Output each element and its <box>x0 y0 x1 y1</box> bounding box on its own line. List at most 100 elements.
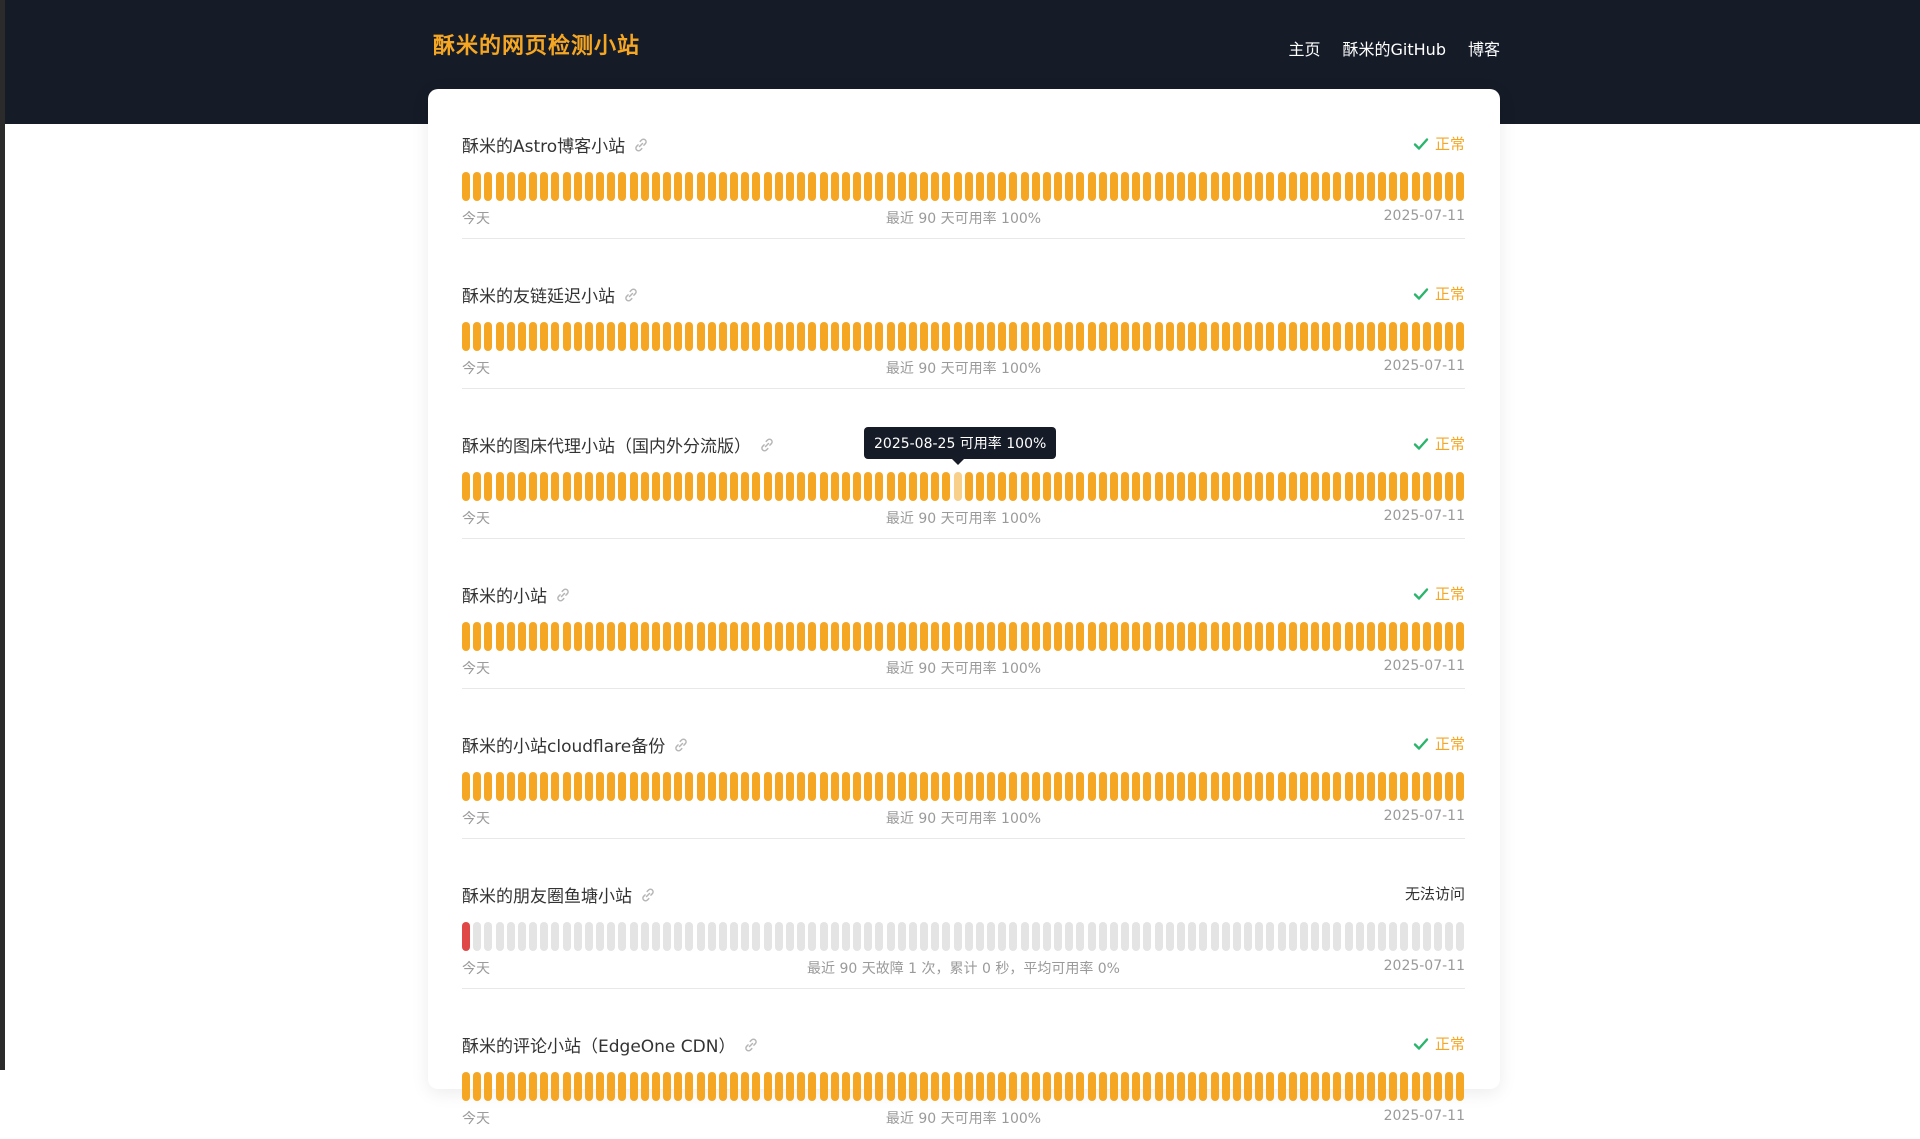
uptime-day-bar[interactable] <box>1311 922 1320 951</box>
site-brand[interactable]: 酥米的网页检测小站 <box>433 28 640 60</box>
uptime-day-bar[interactable] <box>1322 922 1331 951</box>
uptime-day-bar[interactable] <box>618 172 627 201</box>
uptime-day-bar[interactable] <box>1154 772 1163 801</box>
uptime-day-bar[interactable] <box>707 172 716 201</box>
uptime-day-bar[interactable] <box>953 622 962 651</box>
uptime-day-bar[interactable] <box>540 322 549 351</box>
uptime-day-bar[interactable] <box>1344 172 1353 201</box>
uptime-day-bar[interactable] <box>596 622 605 651</box>
uptime-day-bar[interactable] <box>908 772 917 801</box>
uptime-day-bar[interactable] <box>1322 772 1331 801</box>
uptime-day-bar[interactable] <box>1098 322 1107 351</box>
uptime-day-bar[interactable] <box>1009 172 1018 201</box>
uptime-day-bar[interactable] <box>975 772 984 801</box>
uptime-day-bar[interactable] <box>920 622 929 651</box>
uptime-day-bar[interactable] <box>1445 172 1454 201</box>
uptime-day-bar[interactable] <box>1311 472 1320 501</box>
uptime-day-bar[interactable] <box>953 322 962 351</box>
uptime-day-bar[interactable] <box>741 472 750 501</box>
uptime-day-bar[interactable] <box>1210 322 1219 351</box>
uptime-day-bar[interactable] <box>875 322 884 351</box>
uptime-day-bar[interactable] <box>1411 622 1420 651</box>
uptime-day-bar[interactable] <box>584 772 593 801</box>
uptime-day-bar[interactable] <box>1154 622 1163 651</box>
link-icon[interactable] <box>633 137 649 153</box>
uptime-day-bar[interactable] <box>685 172 694 201</box>
uptime-day-bar[interactable] <box>730 772 739 801</box>
uptime-day-bar[interactable] <box>819 472 828 501</box>
uptime-day-bar[interactable] <box>1366 922 1375 951</box>
uptime-day-bar[interactable] <box>473 772 482 801</box>
uptime-day-bar[interactable] <box>495 172 504 201</box>
uptime-day-bar[interactable] <box>1132 622 1141 651</box>
uptime-day-bar[interactable] <box>462 472 470 501</box>
uptime-day-bar[interactable] <box>1266 472 1275 501</box>
uptime-day-bar[interactable] <box>1322 322 1331 351</box>
uptime-day-bar[interactable] <box>1098 622 1107 651</box>
uptime-day-bar[interactable] <box>1109 472 1118 501</box>
uptime-day-bar[interactable] <box>841 172 850 201</box>
uptime-day-bar[interactable] <box>763 1072 772 1101</box>
uptime-day-bar[interactable] <box>540 622 549 651</box>
uptime-day-bar[interactable] <box>1433 472 1442 501</box>
uptime-day-bar[interactable] <box>1143 472 1152 501</box>
uptime-day-bar[interactable] <box>1433 772 1442 801</box>
uptime-day-bar[interactable] <box>1009 922 1018 951</box>
uptime-day-bar[interactable] <box>942 922 951 951</box>
uptime-day-bar[interactable] <box>529 322 538 351</box>
uptime-day-bar[interactable] <box>1020 172 1029 201</box>
uptime-day-bar[interactable] <box>618 1072 627 1101</box>
uptime-day-bar[interactable] <box>607 172 616 201</box>
uptime-day-bar[interactable] <box>964 622 973 651</box>
uptime-day-bar[interactable] <box>629 472 638 501</box>
uptime-day-bar[interactable] <box>1210 172 1219 201</box>
uptime-day-bar[interactable] <box>808 772 817 801</box>
uptime-day-bar[interactable] <box>774 172 783 201</box>
uptime-day-bar[interactable] <box>875 172 884 201</box>
uptime-day-bar[interactable] <box>819 622 828 651</box>
uptime-day-bar[interactable] <box>1042 772 1051 801</box>
uptime-day-bar[interactable] <box>629 1072 638 1101</box>
uptime-day-bar[interactable] <box>1188 1072 1197 1101</box>
uptime-day-bar[interactable] <box>1378 472 1387 501</box>
uptime-day-bar[interactable] <box>1445 1072 1454 1101</box>
uptime-day-bar[interactable] <box>1165 622 1174 651</box>
uptime-day-bar[interactable] <box>886 172 895 201</box>
uptime-day-bar[interactable] <box>1065 1072 1074 1101</box>
uptime-day-bar[interactable] <box>1355 472 1364 501</box>
uptime-day-bar[interactable] <box>718 922 727 951</box>
uptime-day-bar[interactable] <box>1389 1072 1398 1101</box>
uptime-day-bar[interactable] <box>629 172 638 201</box>
uptime-day-bar[interactable] <box>897 322 906 351</box>
uptime-day-bar[interactable] <box>1221 472 1230 501</box>
uptime-day-bar[interactable] <box>663 472 672 501</box>
uptime-day-bar[interactable] <box>1076 1072 1085 1101</box>
uptime-day-bar[interactable] <box>1400 322 1409 351</box>
uptime-day-bar[interactable] <box>1232 172 1241 201</box>
uptime-day-bar[interactable] <box>785 772 794 801</box>
uptime-day-bar[interactable] <box>584 322 593 351</box>
uptime-day-bar[interactable] <box>819 1072 828 1101</box>
uptime-day-bar[interactable] <box>1076 622 1085 651</box>
uptime-day-bar[interactable] <box>1143 172 1152 201</box>
uptime-day-bar[interactable] <box>1232 1072 1241 1101</box>
uptime-day-bar[interactable] <box>752 172 761 201</box>
uptime-day-bar[interactable] <box>975 172 984 201</box>
uptime-day-bar[interactable] <box>741 922 750 951</box>
uptime-day-bar[interactable] <box>640 772 649 801</box>
uptime-day-bar[interactable] <box>462 322 470 351</box>
uptime-day-bar[interactable] <box>1389 772 1398 801</box>
uptime-day-bar[interactable] <box>785 472 794 501</box>
uptime-day-bar[interactable] <box>1165 1072 1174 1101</box>
uptime-day-bar[interactable] <box>1087 322 1096 351</box>
uptime-day-bar[interactable] <box>897 922 906 951</box>
uptime-day-bar[interactable] <box>1411 772 1420 801</box>
uptime-day-bar[interactable] <box>1322 472 1331 501</box>
uptime-day-bar[interactable] <box>1266 1072 1275 1101</box>
uptime-day-bar[interactable] <box>484 472 493 501</box>
uptime-day-bar[interactable] <box>1244 922 1253 951</box>
uptime-day-bar[interactable] <box>1355 322 1364 351</box>
uptime-day-bar[interactable] <box>1411 922 1420 951</box>
uptime-day-bar[interactable] <box>864 1072 873 1101</box>
uptime-day-bar[interactable] <box>1177 772 1185 801</box>
